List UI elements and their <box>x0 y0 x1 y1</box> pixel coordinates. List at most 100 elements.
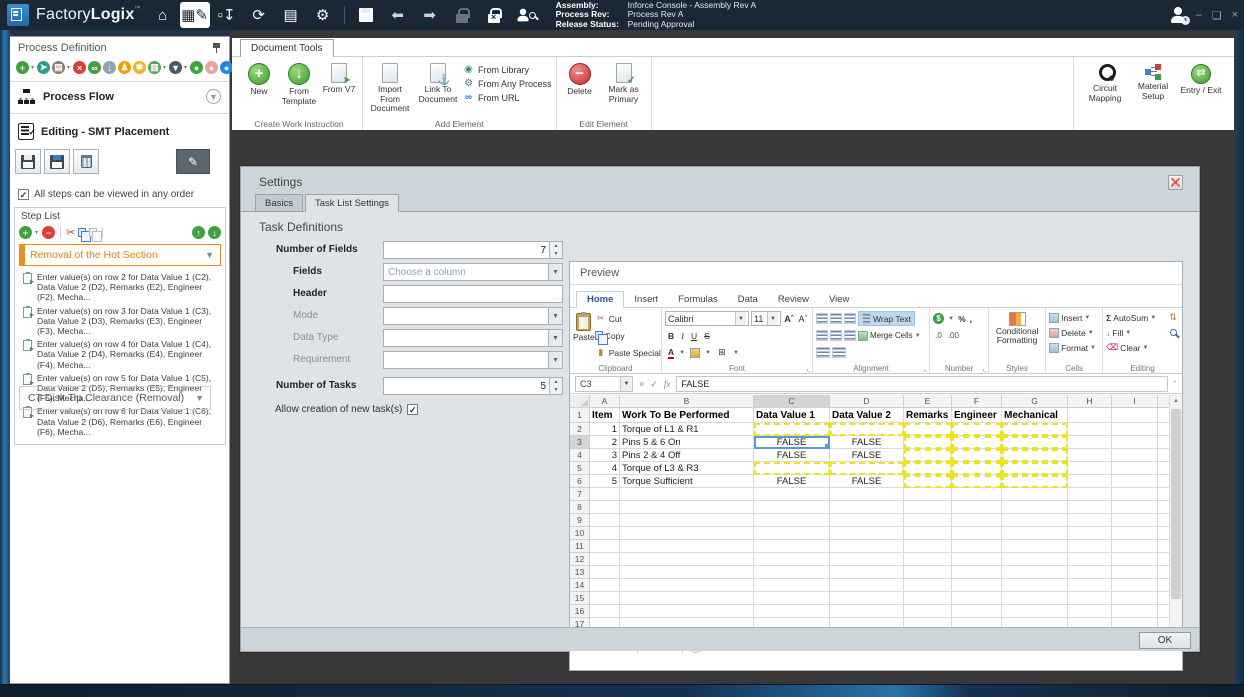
grid-cell-F4[interactable] <box>952 449 1002 462</box>
pin-panel-icon[interactable] <box>212 43 221 53</box>
step-list-item[interactable]: Enter value(s) on row 6 for Data Value 1… <box>23 406 221 437</box>
grid-cell-B14[interactable] <box>620 579 754 592</box>
spinner-control[interactable]: ▲ ▼ <box>549 378 562 394</box>
grid-cell-B8[interactable] <box>620 501 754 514</box>
lock-close-icon[interactable] <box>479 2 509 28</box>
selected-step-item[interactable]: Removal of the Hot Section ▼ <box>19 244 221 266</box>
route-icon[interactable]: ➤ <box>37 61 51 74</box>
stop-icon[interactable]: ● <box>205 61 219 74</box>
grid-cell-E7[interactable] <box>904 488 952 501</box>
grid-cell-C8[interactable] <box>754 501 830 514</box>
circuit-mapping-button[interactable]: Circuit Mapping <box>1082 61 1128 130</box>
grid-cell-I7[interactable] <box>1112 488 1158 501</box>
star-icon[interactable]: ✱ <box>133 61 147 74</box>
grid-cell-H7[interactable] <box>1068 488 1112 501</box>
print-icon[interactable]: ▤ <box>52 61 66 74</box>
column-header-H[interactable]: H <box>1068 395 1112 408</box>
mode-combobox[interactable]: ▼ <box>383 307 563 325</box>
cut-button[interactable]: ✂ Cut <box>595 310 661 327</box>
grid-cell-B13[interactable] <box>620 566 754 579</box>
library-icon[interactable]: ▥ <box>148 61 162 74</box>
row-header-11[interactable]: 11 <box>570 540 590 553</box>
excel-tab-view[interactable]: View <box>819 291 859 308</box>
grid-cell-E8[interactable] <box>904 501 952 514</box>
grid-cell-G5[interactable] <box>1002 462 1068 475</box>
grid-cell-B16[interactable] <box>620 605 754 618</box>
grid-cell-G11[interactable] <box>1002 540 1068 553</box>
grid-cell-A3[interactable]: 2 <box>590 436 620 449</box>
redo-icon[interactable]: ➡ <box>415 2 445 28</box>
row-header-10[interactable]: 10 <box>570 527 590 540</box>
row-header-6[interactable]: 6 <box>570 475 590 488</box>
grid-cell-D3[interactable]: FALSE <box>830 436 904 449</box>
chevron-down-icon[interactable]: ▼ <box>205 250 214 260</box>
grid-cell-B12[interactable] <box>620 553 754 566</box>
grid-cell-I11[interactable] <box>1112 540 1158 553</box>
merge-cells-button[interactable]: Merge Cells <box>870 331 913 340</box>
view-order-option[interactable]: ✓ All steps can be viewed in any order <box>18 189 194 200</box>
grid-cell-H1[interactable] <box>1068 408 1112 423</box>
grid-cell-F9[interactable] <box>952 514 1002 527</box>
user-icon[interactable]: ♟ <box>118 61 132 74</box>
excel-tab-formulas[interactable]: Formulas <box>668 291 728 308</box>
grid-cell-G1[interactable]: Mechanical <box>1002 408 1068 423</box>
from-library-button[interactable]: ◉ From Library <box>463 64 552 75</box>
vertical-scrollbar[interactable]: ▲ ▼ <box>1169 395 1182 638</box>
import-data-icon[interactable]: ▫↧ <box>212 2 242 28</box>
grid-cell-D14[interactable] <box>830 579 904 592</box>
grid-cell-D16[interactable] <box>830 605 904 618</box>
column-header-B[interactable]: B <box>620 395 754 408</box>
fill-button[interactable]: ↓ Fill ▼ <box>1106 325 1179 340</box>
grid-cell-F10[interactable] <box>952 527 1002 540</box>
grid-cell-D15[interactable] <box>830 592 904 605</box>
grid-cell-F2[interactable] <box>952 423 1002 436</box>
find-icon[interactable] <box>1167 326 1179 339</box>
step-list-item[interactable]: Enter value(s) on row 2 for Data Value 1… <box>23 272 221 303</box>
import-step-button[interactable] <box>44 149 70 174</box>
tab-document-tools[interactable]: Document Tools <box>240 39 334 57</box>
grid-cell-H13[interactable] <box>1068 566 1112 579</box>
chevron-down-icon[interactable]: ▼ <box>548 264 562 280</box>
column-header-G[interactable]: G <box>1002 395 1068 408</box>
from-template-button[interactable]: ↓ From Template <box>280 60 318 116</box>
grid-cell-G3[interactable] <box>1002 436 1068 449</box>
grid-cell-I9[interactable] <box>1112 514 1158 527</box>
row-header-8[interactable]: 8 <box>570 501 590 514</box>
allow-new-tasks-checkbox[interactable]: ✓ <box>407 404 419 415</box>
from-url-button[interactable]: ∞ From URL <box>463 92 552 103</box>
grid-cell-F6[interactable] <box>952 475 1002 488</box>
increase-indent-icon[interactable] <box>832 347 846 358</box>
grid-cell-H15[interactable] <box>1068 592 1112 605</box>
align-middle-icon[interactable] <box>830 313 842 324</box>
grid-cell-A15[interactable] <box>590 592 620 605</box>
grid-cell-A4[interactable]: 3 <box>590 449 620 462</box>
grid-cell-I6[interactable] <box>1112 475 1158 488</box>
grid-cell-B7[interactable] <box>620 488 754 501</box>
increase-decimal-button[interactable]: .0 <box>935 331 942 340</box>
settings-close-button[interactable]: ❌ <box>1168 175 1183 190</box>
grid-cell-I12[interactable] <box>1112 553 1158 566</box>
grid-cell-E9[interactable] <box>904 514 952 527</box>
link-to-document-button[interactable]: ⚓ Link To Document <box>415 60 461 116</box>
excel-tab-insert[interactable]: Insert <box>624 291 668 308</box>
grid-cell-F11[interactable] <box>952 540 1002 553</box>
pin-step-icon[interactable]: ↓ <box>103 61 117 74</box>
align-bottom-icon[interactable] <box>844 313 856 324</box>
grid-cell-I5[interactable] <box>1112 462 1158 475</box>
mark-as-primary-button[interactable]: ✓ Mark as Primary <box>601 60 647 116</box>
comma-style-button[interactable]: , <box>970 314 972 324</box>
add-step-icon[interactable]: + <box>19 226 32 239</box>
currency-icon[interactable]: $ <box>933 313 945 324</box>
column-header-C[interactable]: C <box>754 395 830 408</box>
grid-cell-A6[interactable]: 5 <box>590 475 620 488</box>
clear-button[interactable]: ⌫ Clear ▼ <box>1106 340 1179 355</box>
grid-cell-B11[interactable] <box>620 540 754 553</box>
borders-button[interactable]: ⊞ <box>716 346 728 359</box>
grid-cell-D10[interactable] <box>830 527 904 540</box>
decrease-indent-icon[interactable] <box>816 347 830 358</box>
grid-cell-A10[interactable] <box>590 527 620 540</box>
move-step-down-icon[interactable]: ↓ <box>208 226 221 239</box>
grow-font-icon[interactable]: Aˆ <box>783 312 795 325</box>
grid-cell-I10[interactable] <box>1112 527 1158 540</box>
grid-cell-E5[interactable] <box>904 462 952 475</box>
